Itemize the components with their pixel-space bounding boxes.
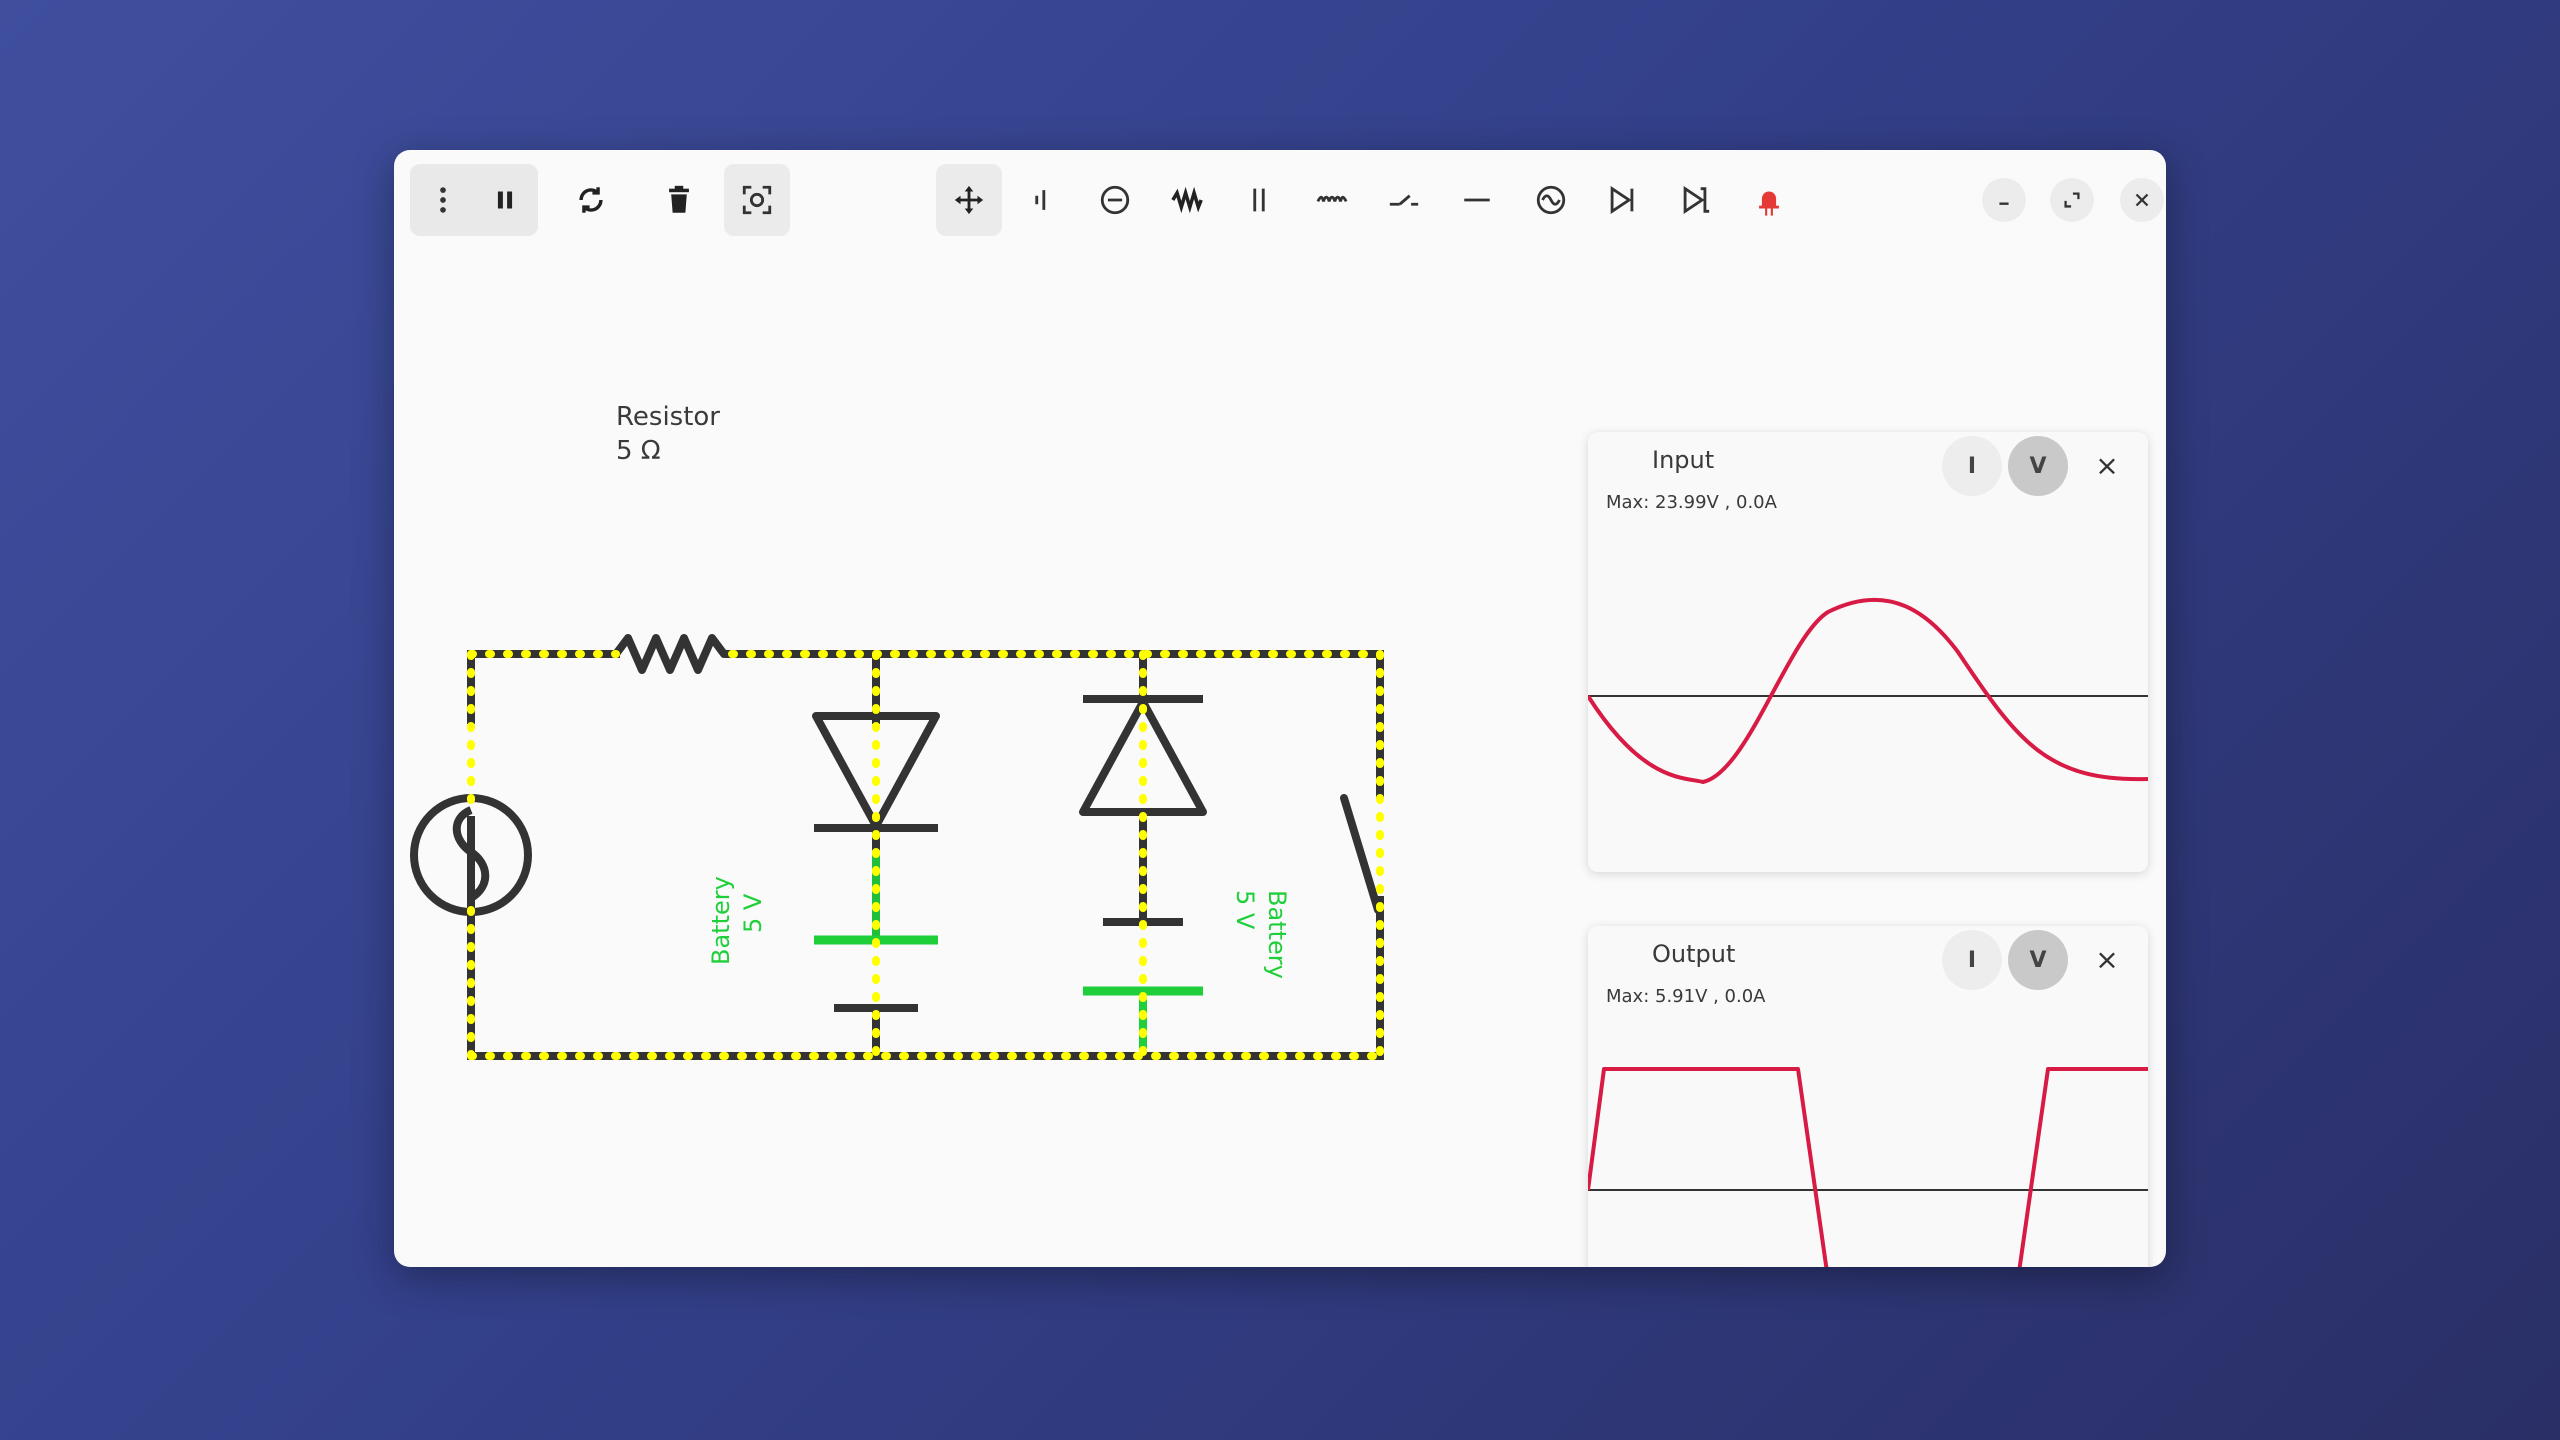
- diode-icon[interactable]: [1589, 164, 1655, 236]
- input-scope-trace: [1588, 597, 2148, 785]
- battery1-name-label: Battery: [707, 876, 735, 965]
- refresh-icon[interactable]: [558, 164, 624, 236]
- input-scope-close-icon[interactable]: ×: [2082, 440, 2132, 490]
- output-scope-close-icon[interactable]: ×: [2082, 934, 2132, 984]
- delete-icon[interactable]: [646, 164, 712, 236]
- switch-blade: [1340, 794, 1382, 914]
- input-scope-max: Max: 23.99V , 0.0A: [1606, 492, 1777, 513]
- battery1-value-label: 5 V: [739, 893, 767, 933]
- ammeter-icon[interactable]: [1082, 164, 1148, 236]
- menu-icon[interactable]: [410, 164, 476, 236]
- battery2-value-label: 5 V: [1231, 890, 1259, 930]
- maximize-button[interactable]: [2050, 178, 2094, 222]
- input-scope-panel: Input Max: 23.99V , 0.0A I V ×: [1588, 432, 2148, 872]
- resistor-icon[interactable]: [1154, 164, 1220, 236]
- close-button[interactable]: [2120, 178, 2164, 222]
- zener-icon[interactable]: [1662, 164, 1728, 236]
- inductor-icon[interactable]: [1299, 164, 1365, 236]
- wire-icon[interactable]: [1444, 164, 1510, 236]
- output-scope-max: Max: 5.91V , 0.0A: [1606, 986, 1766, 1007]
- input-voltage-toggle[interactable]: V: [2008, 436, 2068, 496]
- capacitor-icon[interactable]: [1226, 164, 1292, 236]
- screenshot-icon[interactable]: [724, 164, 790, 236]
- input-current-toggle[interactable]: I: [1942, 436, 2002, 496]
- output-scope-plot: [1588, 1067, 2148, 1267]
- output-current-toggle[interactable]: I: [1942, 930, 2002, 990]
- app-window: Resistor 5 Ω Battery 5 V Battery 5 V Inp…: [394, 150, 2166, 1267]
- ac-source-icon[interactable]: [1518, 164, 1584, 236]
- resistor-symbol: [612, 634, 734, 674]
- battery2-name-label: Battery: [1263, 890, 1291, 979]
- toolbar: [394, 150, 2166, 250]
- output-scope-title: Output: [1652, 940, 1736, 968]
- input-scope-title: Input: [1652, 446, 1715, 474]
- move-icon[interactable]: [936, 164, 1002, 236]
- diode1-symbol: [812, 712, 940, 830]
- pause-icon[interactable]: [472, 164, 538, 236]
- output-scope-trace: [1588, 1067, 2148, 1267]
- circuit-canvas[interactable]: Resistor 5 Ω Battery 5 V Battery 5 V Inp…: [394, 250, 2166, 1267]
- minimize-button[interactable]: [1982, 178, 2026, 222]
- led-icon[interactable]: [1736, 164, 1802, 236]
- output-voltage-toggle[interactable]: V: [2008, 930, 2068, 990]
- circuit-diagram: [410, 634, 1384, 1060]
- probe-icon[interactable]: [1008, 164, 1074, 236]
- switch-icon[interactable]: [1371, 164, 1437, 236]
- input-scope-plot: [1588, 597, 2148, 785]
- output-scope-panel: Output Max: 5.91V , 0.0A I V ×: [1588, 926, 2148, 1267]
